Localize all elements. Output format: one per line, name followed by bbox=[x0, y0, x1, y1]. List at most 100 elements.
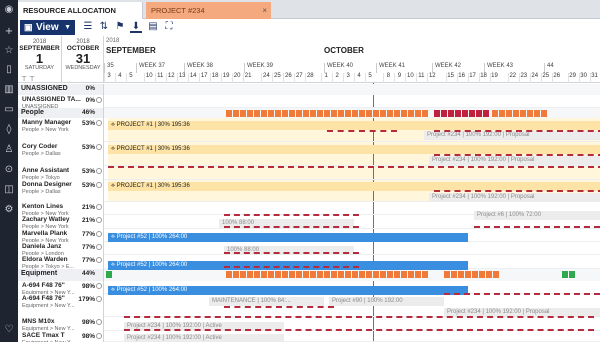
fullscreen-icon[interactable]: ⛶ bbox=[163, 21, 175, 33]
heat-cell bbox=[338, 271, 344, 278]
bar-donna-project234[interactable]: Project #234 | 100% 192:00 | Proposal bbox=[429, 193, 600, 202]
heat-cell bbox=[240, 110, 246, 117]
avatar[interactable] bbox=[96, 217, 102, 223]
day-label: 3 bbox=[104, 73, 113, 83]
utilization-percent: 21% bbox=[81, 217, 95, 224]
list-view-icon[interactable]: ☰ bbox=[82, 21, 94, 33]
chat-icon[interactable]: ◫ bbox=[3, 184, 15, 196]
settings-icon[interactable]: ⚙ bbox=[3, 204, 15, 216]
document-icon[interactable]: ▯ bbox=[3, 64, 15, 76]
day-label: 14 bbox=[188, 73, 197, 83]
heat-cell bbox=[247, 271, 253, 278]
avatar[interactable] bbox=[96, 97, 102, 103]
add-icon[interactable]: + bbox=[3, 26, 15, 38]
group-header[interactable]: Equipment 44% bbox=[18, 269, 104, 281]
filter-icon[interactable]: ⊤ ⊤ bbox=[21, 75, 35, 83]
resource-row[interactable]: Anne Assistant People > Tokyo 53% bbox=[18, 166, 104, 180]
bar-anne-project234[interactable]: Project #234 | 100% 192:00 | Proposal bbox=[429, 156, 600, 165]
tab-project-234[interactable]: PROJECT #234 × bbox=[146, 2, 271, 19]
logo-icon[interactable]: ◉ bbox=[3, 4, 15, 16]
avatar[interactable] bbox=[96, 257, 102, 263]
person-icon[interactable]: ♙ bbox=[3, 144, 15, 156]
resource-row[interactable]: A-694 F48 76" Equipment > New Y... 98% bbox=[18, 281, 104, 294]
avatar[interactable] bbox=[96, 244, 102, 250]
resource-row[interactable]: A-694 F48 76" Equipment > New Y... 179% bbox=[18, 294, 104, 317]
view-button[interactable]: ▣ View ▼ bbox=[20, 20, 75, 35]
heat-cell bbox=[352, 110, 358, 117]
image-icon[interactable]: ▤ bbox=[147, 21, 159, 33]
heat-cell bbox=[387, 271, 393, 278]
heat-cell bbox=[520, 110, 526, 117]
toolbar: ▣ View ▼ ☰ ⇅ ⚑ ⬇ ▤ ⛶ bbox=[18, 19, 600, 36]
bar-marvella-project52[interactable]: ⟡ Project #52 | 100% 264:00 bbox=[108, 233, 468, 242]
folder-icon[interactable]: ▭ bbox=[3, 104, 15, 116]
chart-icon[interactable]: ▥ bbox=[3, 84, 15, 96]
day-label: 20 bbox=[232, 73, 241, 83]
resource-row[interactable]: UNASSIGNED TA... UNASSIGNED 0% bbox=[18, 95, 104, 108]
day-label: 9 bbox=[394, 73, 403, 83]
bar-manny-project234[interactable]: Project #234 | 100% 192:00 | Proposal bbox=[424, 131, 600, 140]
utilization-percent: 77% bbox=[81, 257, 95, 264]
resource-row[interactable]: Marvella Plank People > New York 77% bbox=[18, 229, 104, 242]
week-label: WEEK 40 bbox=[324, 63, 353, 73]
resource-row[interactable]: Zachary Watley People > New York 21% bbox=[18, 215, 104, 229]
avatar[interactable] bbox=[96, 204, 102, 210]
resource-row[interactable]: Donna Designer People > Dallas 53% bbox=[18, 180, 104, 202]
avatar[interactable] bbox=[96, 120, 102, 126]
heat-cell bbox=[317, 271, 323, 278]
resource-row[interactable]: MNS M10x Equipment > New Y... 98% bbox=[18, 317, 104, 331]
group-header[interactable]: UNASSIGNED 0% bbox=[18, 84, 104, 95]
timeline-year: 2018 bbox=[106, 38, 120, 44]
group-header[interactable]: People 46% bbox=[18, 108, 104, 118]
day-label: 13 bbox=[177, 73, 186, 83]
flag-icon[interactable]: ⚑ bbox=[114, 21, 126, 33]
resource-row[interactable]: Daniela Janz People > London 77% bbox=[18, 242, 104, 255]
day-label: 5 bbox=[365, 73, 374, 83]
bar-kenton-project6[interactable]: Project #6 | 100% 72:00 bbox=[474, 211, 600, 220]
heat-cell bbox=[359, 110, 365, 117]
star-icon[interactable]: ☆ bbox=[3, 45, 15, 57]
avatar[interactable] bbox=[96, 333, 102, 339]
close-icon[interactable]: × bbox=[262, 2, 267, 19]
heat-cell bbox=[233, 271, 239, 278]
resource-row[interactable]: SACE Tmax TEquipment > New Y...98% bbox=[18, 331, 104, 342]
utilization-percent: 53% bbox=[81, 182, 95, 189]
heat-cell bbox=[415, 110, 421, 117]
pin-filter-icon[interactable]: ⬇ bbox=[130, 21, 142, 33]
bar-a694b-maint[interactable]: MAINTENANCE | 100% 84:... bbox=[209, 297, 324, 306]
heart-icon[interactable]: ♡ bbox=[3, 324, 15, 336]
over-allocation-line bbox=[224, 214, 359, 216]
tab-resource-allocation[interactable]: RESOURCE ALLOCATION bbox=[18, 2, 143, 19]
view-label: View bbox=[36, 22, 59, 33]
bar-sace-project234[interactable]: Project #234 | 100% 192:00 | Active bbox=[124, 334, 284, 342]
day-label: 19 bbox=[221, 73, 230, 83]
bar-manny-project1[interactable]: ⟡ PROJECT #1 | 30% 195:36 bbox=[108, 121, 600, 130]
avatar[interactable] bbox=[96, 296, 102, 302]
sort-icon[interactable]: ⇅ bbox=[98, 21, 110, 33]
avatar[interactable] bbox=[96, 283, 102, 289]
resource-path: People > Dallas bbox=[22, 151, 61, 157]
heat-cell bbox=[394, 271, 400, 278]
resource-row[interactable]: Eldora Warden People > Tokyo > E... 77% bbox=[18, 255, 104, 269]
over-allocation-line bbox=[474, 226, 600, 228]
avatar[interactable] bbox=[96, 319, 102, 325]
resource-path: Equipment > New Y... bbox=[22, 303, 75, 309]
resource-row[interactable]: Kenton Lines People > New York 21% bbox=[18, 202, 104, 215]
bar-a694b-project90[interactable]: Project #90 | 100% 192:00 bbox=[329, 297, 444, 306]
bar-a694-project52[interactable]: ⟡ Project #52 | 100% 264:00 bbox=[108, 286, 468, 295]
bar-label: PROJECT #1 | 30% 195:36 bbox=[116, 183, 190, 189]
drop-icon[interactable]: ◊ bbox=[3, 124, 15, 136]
day-label: 15 bbox=[445, 73, 455, 83]
pin-icon[interactable]: ⊙ bbox=[3, 164, 15, 176]
resource-row[interactable]: Manny Manager People > New York 53% bbox=[18, 118, 104, 142]
avatar[interactable] bbox=[96, 231, 102, 237]
date-range-panel[interactable]: 2018 SEPTEMBER 1 SATURDAY 2018 OCTOBER 3… bbox=[18, 36, 104, 83]
group-name: People bbox=[21, 109, 44, 116]
avatar[interactable] bbox=[96, 144, 102, 150]
resource-row[interactable]: Cory Coder People > Dallas 53% bbox=[18, 142, 104, 166]
end-date[interactable]: 2018 OCTOBER 31 WEDNESDAY bbox=[61, 36, 104, 83]
heat-cell bbox=[458, 271, 464, 278]
bar-cory-project1[interactable]: ⟡ PROJECT #1 | 30% 195:36 bbox=[108, 145, 600, 154]
avatar[interactable] bbox=[96, 182, 102, 188]
avatar[interactable] bbox=[96, 168, 102, 174]
